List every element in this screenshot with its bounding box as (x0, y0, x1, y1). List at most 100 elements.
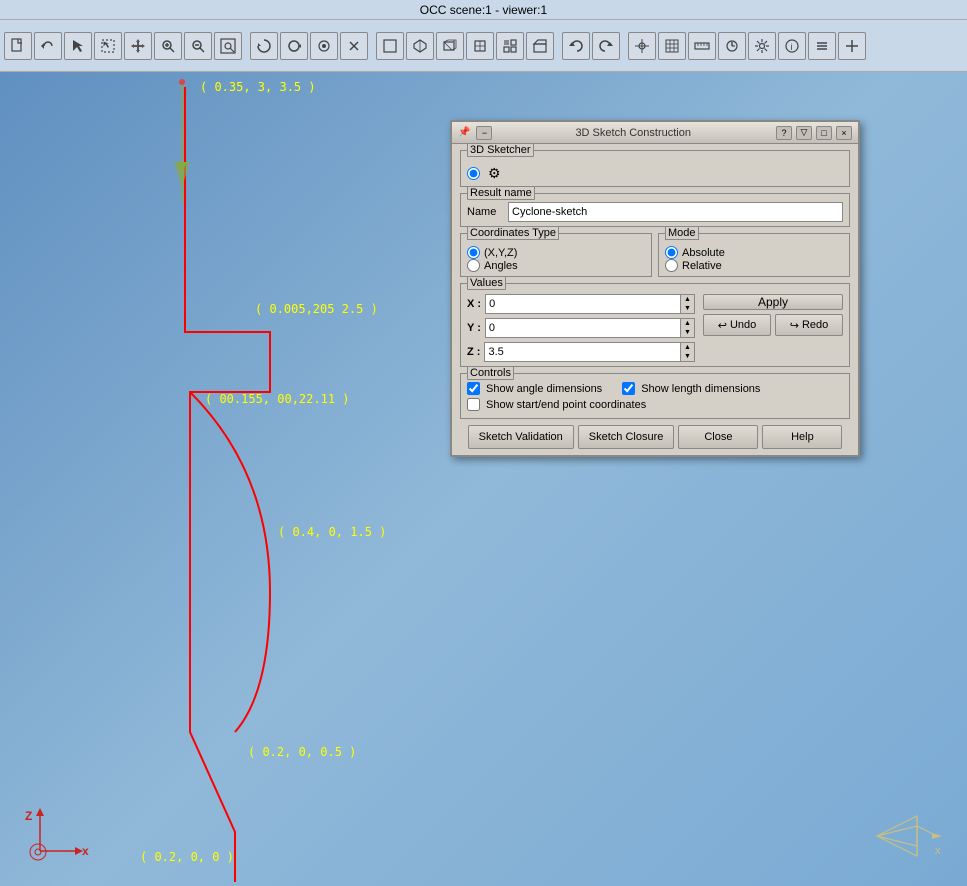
y-input[interactable] (485, 318, 681, 338)
coord-label-4: ( 0.4, 0, 1.5 ) (278, 525, 386, 539)
result-name-section: Result name Name (460, 193, 850, 227)
coord-xyz-option[interactable]: (X,Y,Z) (467, 246, 645, 259)
box4-btn[interactable] (466, 32, 494, 60)
mode-absolute-option[interactable]: Absolute (665, 246, 843, 259)
coord-label-2: ( 0.005,205 2.5 ) (255, 302, 378, 316)
apply-button[interactable]: Apply (703, 294, 843, 310)
coord-label-1: ( 0.35, 3, 3.5 ) (200, 80, 316, 94)
controls-label: Controls (467, 366, 514, 380)
coord-angles-option[interactable]: Angles (467, 259, 645, 272)
controls-section: Controls Show angle dimensions Show leng… (460, 373, 850, 419)
coord-label-6: ( 0.2, 0, 0 ) (140, 850, 234, 864)
box5-btn[interactable] (496, 32, 524, 60)
coord-mode-row: Coordinates Type (X,Y,Z) Angles Mode (460, 233, 850, 277)
dialog-expand-btn[interactable]: ▽ (796, 126, 812, 140)
close-button[interactable]: Close (678, 425, 758, 449)
select-box-btn[interactable] (94, 32, 122, 60)
sketch-closure-button[interactable]: Sketch Closure (578, 425, 675, 449)
y-spin-up[interactable]: ▲ (681, 319, 694, 328)
z-spinbox[interactable]: ▲ ▼ (484, 342, 695, 362)
z-spin-down[interactable]: ▼ (681, 352, 694, 361)
show-length-dim-row[interactable]: Show length dimensions (622, 382, 760, 395)
undo-icon: ↩ (718, 319, 727, 332)
ruler-btn[interactable] (688, 32, 716, 60)
sketcher-section-label: 3D Sketcher (467, 143, 534, 157)
dialog-title-text: 3D Sketch Construction (492, 127, 774, 139)
box2-btn[interactable] (406, 32, 434, 60)
undo-button[interactable]: ↩ Undo (703, 314, 771, 336)
zoom-fit-btn[interactable] (214, 32, 242, 60)
undo-tb-btn[interactable] (562, 32, 590, 60)
name-label: Name (467, 206, 502, 218)
sketcher-radio-active[interactable] (467, 167, 480, 180)
show-length-dim-check[interactable] (622, 382, 635, 395)
show-angle-dim-check[interactable] (467, 382, 480, 395)
select-arrow-btn[interactable] (64, 32, 92, 60)
pan-btn[interactable] (124, 32, 152, 60)
show-startend-label: Show start/end point coordinates (486, 399, 646, 411)
dialog-minimize-btn[interactable]: − (476, 126, 492, 140)
sketcher-icon: ⚙ (488, 165, 501, 182)
y-spin-down[interactable]: ▼ (681, 328, 694, 337)
show-startend-check[interactable] (467, 398, 480, 411)
help-button[interactable]: Help (762, 425, 842, 449)
box1-btn[interactable] (376, 32, 404, 60)
zoom-out-btn[interactable] (184, 32, 212, 60)
redo-tb-btn[interactable] (592, 32, 620, 60)
box6-btn[interactable] (526, 32, 554, 60)
plus-btn[interactable] (838, 32, 866, 60)
toolbar: i (0, 20, 967, 72)
x-label: X : (467, 298, 481, 310)
x-spin-arrows[interactable]: ▲ ▼ (681, 294, 695, 314)
values-section: Values X : ▲ ▼ (460, 283, 850, 367)
dialog-pin-icon[interactable]: 📌 (458, 127, 470, 138)
info-btn[interactable]: i (778, 32, 806, 60)
snap-btn[interactable] (628, 32, 656, 60)
connect-btn[interactable] (310, 32, 338, 60)
dialog-close-btn[interactable]: × (836, 126, 852, 140)
z-input[interactable] (484, 342, 681, 362)
x-spinbox[interactable]: ▲ ▼ (485, 294, 695, 314)
dialog-max-btn[interactable]: □ (816, 126, 832, 140)
measure-btn[interactable] (718, 32, 746, 60)
name-input[interactable] (508, 202, 843, 222)
result-name-label: Result name (467, 186, 535, 200)
new-btn[interactable] (4, 32, 32, 60)
redo-button[interactable]: ↪ Redo (775, 314, 843, 336)
window-title: OCC scene:1 - viewer:1 (0, 0, 967, 20)
y-spin-arrows[interactable]: ▲ ▼ (681, 318, 695, 338)
y-label: Y : (467, 322, 481, 334)
sketch-validation-button[interactable]: Sketch Validation (468, 425, 574, 449)
mode-relative-option[interactable]: Relative (665, 259, 843, 272)
z-spin-up[interactable]: ▲ (681, 343, 694, 352)
sketcher-section: 3D Sketcher ⚙ (460, 150, 850, 187)
coordinates-type-box: Coordinates Type (X,Y,Z) Angles (460, 233, 652, 277)
show-startend-row[interactable]: Show start/end point coordinates (467, 398, 843, 411)
y-spinbox[interactable]: ▲ ▼ (485, 318, 695, 338)
x-input[interactable] (485, 294, 681, 314)
dialog-help-btn[interactable]: ? (776, 126, 792, 140)
spin-btn[interactable] (280, 32, 308, 60)
show-angle-dim-row[interactable]: Show angle dimensions (467, 382, 602, 395)
x-spin-down[interactable]: ▼ (681, 304, 694, 313)
z-spin-arrows[interactable]: ▲ ▼ (681, 342, 695, 362)
x-spin-up[interactable]: ▲ (681, 295, 694, 304)
settings-btn[interactable] (748, 32, 776, 60)
svg-text:i: i (791, 42, 793, 52)
rotate-left-btn[interactable] (34, 32, 62, 60)
zoom-in-btn[interactable] (154, 32, 182, 60)
dialog-content: 3D Sketcher ⚙ Result name Name Coordinat… (452, 144, 858, 455)
axes-indicator-right: x (867, 806, 947, 866)
coord-type-label: Coordinates Type (467, 226, 559, 240)
svg-text:x: x (82, 844, 89, 858)
mode-label: Mode (665, 226, 699, 240)
dialog-titlebar[interactable]: 📌 − 3D Sketch Construction ? ▽ □ × (452, 122, 858, 144)
values-label: Values (467, 276, 506, 290)
rotate3d-btn[interactable] (250, 32, 278, 60)
box3-btn[interactable] (436, 32, 464, 60)
bottom-buttons: Sketch Validation Sketch Closure Close H… (460, 425, 850, 449)
extra-btn[interactable] (808, 32, 836, 60)
grid-btn[interactable] (658, 32, 686, 60)
disconnect-btn[interactable] (340, 32, 368, 60)
coord-label-3: ( 00.155, 00,22.11 ) (205, 392, 350, 406)
